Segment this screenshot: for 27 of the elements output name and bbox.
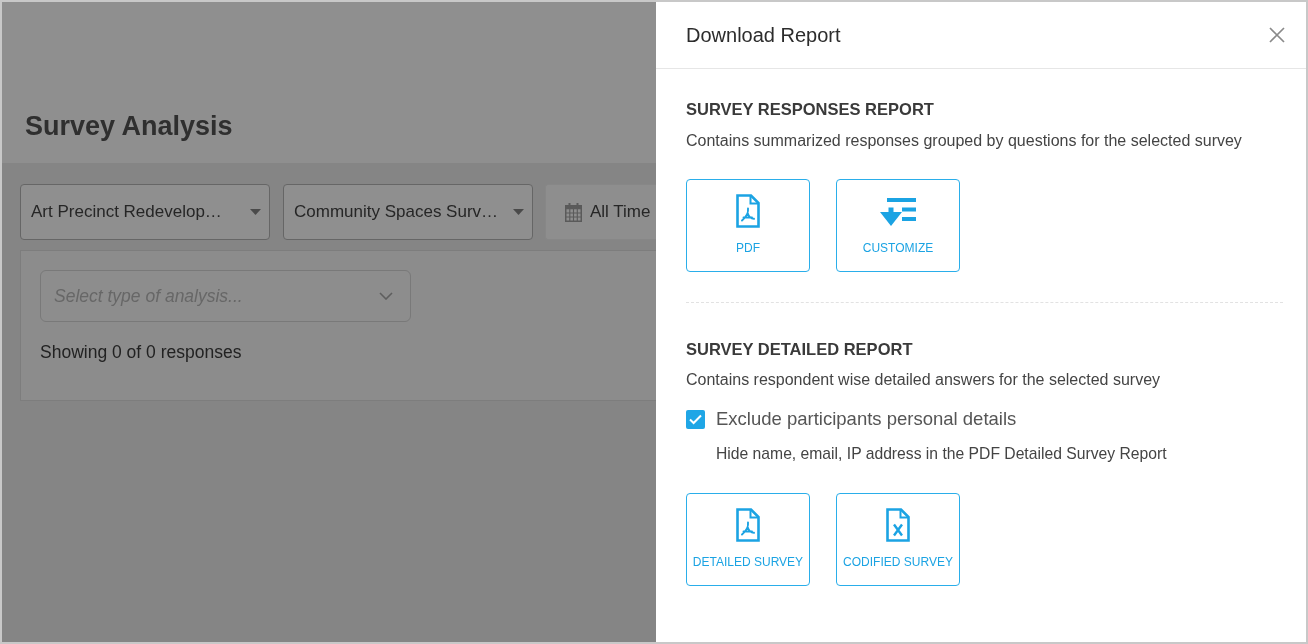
section-description: Contains summarized responses grouped by questions for the selected survey [686,130,1242,151]
section-description: Contains respondent wise detailed answers for the selected survey [686,370,1161,391]
close-icon[interactable] [1269,27,1285,43]
section-heading: SURVEY DETAILED REPORT [686,339,913,360]
section-heading: SURVEY RESPONSES REPORT [686,100,934,120]
download-file-button[interactable]: CODIFIED SURVEY [836,492,960,586]
caret-icon [513,209,524,215]
drawer-title: Download Report [686,23,841,47]
pdf-file-icon [736,193,760,228]
checkbox[interactable] [686,409,705,429]
x-file-icon [886,507,910,542]
date-range-dropdown[interactable]: All Time [545,184,656,240]
filter-dropdown[interactable]: Community Spaces Surv… [283,184,533,240]
filter-dropdown[interactable]: Art Precinct Redevelop… [20,184,270,240]
download-customize-button[interactable]: CUSTOMIZE [836,178,960,272]
response-count-text: Showing 0 of 0 responses [40,341,242,364]
calendar-icon [565,202,582,222]
checkbox-hint-text: Hide name, email, IP address in the PDF Detailed Survey Report [716,444,1167,465]
sort-down-list-icon [880,197,916,226]
download-file-button[interactable]: PDF [686,178,810,272]
chevron-down-icon [379,292,393,300]
checkbox-label[interactable]: Exclude participants personal details [716,408,1017,431]
download-file-button[interactable]: DETAILED SURVEY [686,492,810,586]
checkmark-icon [689,413,702,425]
pdf-file-icon [736,507,760,542]
page-title: Survey Analysis [25,109,233,142]
caret-icon [250,209,261,215]
